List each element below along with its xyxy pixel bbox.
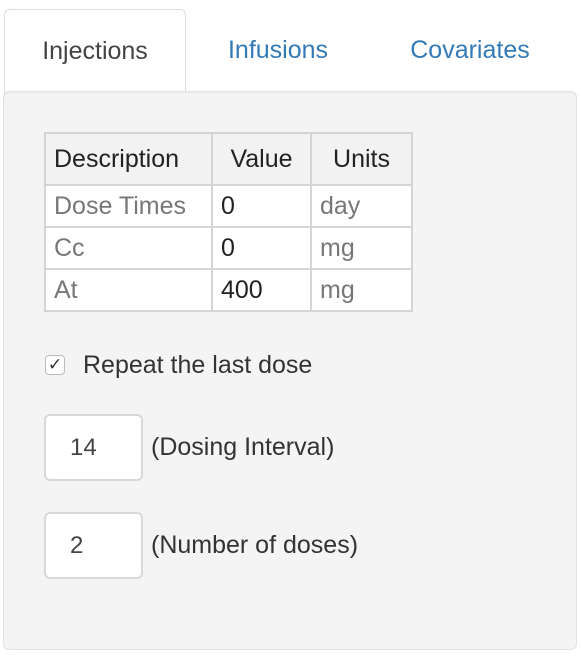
- cell-units: mg: [310, 226, 413, 270]
- cell-description: Cc: [44, 226, 213, 270]
- header-description: Description: [44, 132, 213, 186]
- cell-value[interactable]: 0: [211, 226, 312, 270]
- injections-panel: Description Value Units Dose Times 0 day…: [3, 91, 577, 650]
- dose-table: Description Value Units Dose Times 0 day…: [44, 132, 413, 312]
- table-row: Dose Times 0 day: [44, 184, 413, 228]
- cell-description: Dose Times: [44, 184, 213, 228]
- tab-covariates[interactable]: Covariates: [370, 9, 570, 91]
- number-of-doses-input[interactable]: [44, 512, 143, 579]
- number-of-doses-label: (Number of doses): [151, 531, 359, 559]
- tab-bar: Injections Infusions Covariates: [4, 9, 577, 93]
- dosing-interval-row: (Dosing Interval): [44, 414, 334, 481]
- cell-units: day: [310, 184, 413, 228]
- repeat-dose-checkbox[interactable]: ✓: [45, 355, 65, 375]
- number-of-doses-row: (Number of doses): [44, 512, 358, 579]
- repeat-dose-label[interactable]: Repeat the last dose: [83, 351, 312, 380]
- dosing-interval-input[interactable]: [44, 414, 143, 481]
- table-row: Cc 0 mg: [44, 226, 413, 270]
- cell-description: At: [44, 268, 213, 312]
- header-value: Value: [211, 132, 312, 186]
- table-row: At 400 mg: [44, 268, 413, 312]
- tab-injections[interactable]: Injections: [4, 9, 186, 93]
- tab-infusions[interactable]: Infusions: [186, 9, 370, 91]
- cell-value[interactable]: 0: [211, 184, 312, 228]
- repeat-dose-option: ✓ Repeat the last dose: [45, 351, 312, 380]
- cell-units: mg: [310, 268, 413, 312]
- checkmark-icon: ✓: [47, 355, 63, 374]
- cell-value[interactable]: 400: [211, 268, 312, 312]
- dosing-interval-label: (Dosing Interval): [151, 433, 335, 461]
- table-header-row: Description Value Units: [44, 132, 413, 186]
- header-units: Units: [310, 132, 413, 186]
